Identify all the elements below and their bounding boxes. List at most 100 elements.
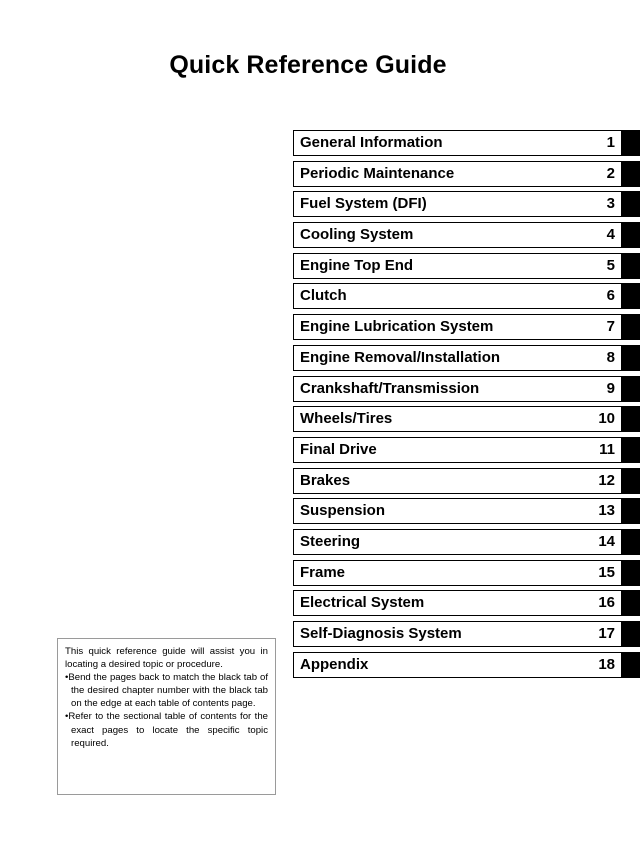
- note-bullet-item: •Bend the pages back to match the black …: [65, 671, 268, 710]
- chapter-number: 5: [606, 256, 615, 274]
- note-bullet-text: Bend the pages back to match the black t…: [68, 672, 268, 710]
- black-tab-marker: [622, 498, 640, 525]
- chapter-entry-7[interactable]: Engine Lubrication System 7: [293, 314, 622, 341]
- chapter-row[interactable]: Final Drive 11: [293, 436, 640, 463]
- chapter-entry-16[interactable]: Electrical System 16: [293, 590, 622, 617]
- chapter-title: Engine Removal/Installation: [300, 349, 501, 366]
- chapter-entry-14[interactable]: Steering 14: [293, 528, 622, 555]
- chapter-entry-15[interactable]: Frame 15: [293, 559, 622, 586]
- chapter-row[interactable]: Wheels/Tires 10: [293, 406, 640, 433]
- chapter-number: 10: [598, 410, 615, 428]
- chapter-entry-18[interactable]: Appendix 18: [293, 651, 622, 678]
- chapter-title: Engine Top End: [300, 257, 414, 274]
- chapter-entry-10[interactable]: Wheels/Tires 10: [293, 406, 622, 433]
- usage-note-box: This quick reference guide will assist y…: [57, 638, 276, 795]
- quick-reference-guide-page: Quick Reference Guide General Informatio…: [0, 0, 640, 848]
- black-tab-marker: [622, 528, 640, 555]
- black-tab-marker: [622, 252, 640, 279]
- chapter-title: Engine Lubrication System: [300, 319, 494, 336]
- black-tab-marker: [622, 191, 640, 218]
- note-bullet-list: •Bend the pages back to match the black …: [65, 671, 268, 750]
- chapter-entry-13[interactable]: Suspension 13: [293, 498, 622, 525]
- chapter-row[interactable]: Suspension 13: [293, 498, 640, 525]
- chapter-entry-17[interactable]: Self-Diagnosis System 17: [293, 621, 622, 647]
- chapter-number: 8: [606, 348, 615, 366]
- chapter-row[interactable]: Appendix 18: [293, 651, 640, 678]
- chapter-number: 18: [598, 655, 615, 673]
- chapter-row[interactable]: Clutch 6: [293, 283, 640, 310]
- chapter-title: Brakes: [300, 472, 351, 489]
- black-tab-marker: [622, 436, 640, 463]
- chapter-number: 9: [606, 379, 615, 397]
- black-tab-marker: [622, 375, 640, 402]
- chapter-entry-9[interactable]: Crankshaft/Transmission 9: [293, 375, 622, 402]
- chapter-title: Crankshaft/Transmission: [300, 380, 480, 397]
- chapter-title: Wheels/Tires: [300, 411, 393, 428]
- chapter-number: 15: [598, 563, 615, 581]
- chapter-number: 2: [606, 164, 615, 182]
- note-intro-text: This quick reference guide will assist y…: [65, 646, 268, 671]
- black-tab-marker: [622, 621, 640, 647]
- chapter-entry-2[interactable]: Periodic Maintenance 2: [293, 160, 622, 187]
- black-tab-marker: [622, 590, 640, 617]
- chapter-row[interactable]: Periodic Maintenance 2: [293, 160, 640, 187]
- black-tab-marker: [622, 651, 640, 678]
- chapter-row[interactable]: Electrical System 16: [293, 590, 640, 617]
- chapter-row[interactable]: General Information 1: [293, 130, 640, 156]
- chapter-entry-3[interactable]: Fuel System (DFI) 3: [293, 191, 622, 218]
- black-tab-marker: [622, 406, 640, 433]
- black-tab-marker: [622, 467, 640, 494]
- chapter-number: 1: [606, 134, 615, 151]
- chapter-title: Final Drive: [300, 441, 377, 458]
- chapter-row[interactable]: Engine Removal/Installation 8: [293, 344, 640, 371]
- note-bullet-item: •Refer to the sectional table of content…: [65, 710, 268, 749]
- note-bullet-text: Refer to the sectional table of contents…: [68, 711, 268, 749]
- chapter-entry-5[interactable]: Engine Top End 5: [293, 252, 622, 279]
- chapter-row[interactable]: Self-Diagnosis System 17: [293, 621, 640, 647]
- chapter-row[interactable]: Crankshaft/Transmission 9: [293, 375, 640, 402]
- chapter-title: Clutch: [300, 288, 347, 305]
- chapter-row[interactable]: Steering 14: [293, 528, 640, 555]
- chapter-row[interactable]: Fuel System (DFI) 3: [293, 191, 640, 218]
- chapter-entry-11[interactable]: Final Drive 11: [293, 436, 622, 463]
- chapter-row[interactable]: Cooling System 4: [293, 222, 640, 249]
- chapter-number: 6: [606, 287, 615, 305]
- chapter-index-list: General Information 1 Periodic Maintenance…: [293, 130, 640, 682]
- chapter-number: 14: [598, 532, 615, 550]
- page-title: Quick Reference Guide: [169, 51, 447, 79]
- chapter-row[interactable]: Brakes 12: [293, 467, 640, 494]
- chapter-title: General Information: [300, 135, 443, 151]
- chapter-title: Suspension: [300, 503, 386, 520]
- chapter-title: Self-Diagnosis System: [300, 626, 462, 642]
- chapter-title: Steering: [300, 533, 361, 550]
- chapter-title: Periodic Maintenance: [300, 165, 455, 182]
- chapter-number: 17: [598, 625, 615, 642]
- black-tab-marker: [622, 314, 640, 341]
- chapter-row[interactable]: Frame 15: [293, 559, 640, 586]
- chapter-number: 12: [598, 471, 615, 489]
- black-tab-marker: [622, 160, 640, 187]
- chapter-entry-6[interactable]: Clutch 6: [293, 283, 622, 310]
- chapter-row[interactable]: Engine Lubrication System 7: [293, 314, 640, 341]
- chapter-number: 11: [599, 440, 615, 458]
- chapter-title: Electrical System: [300, 595, 425, 612]
- chapter-title: Frame: [300, 564, 346, 581]
- chapter-number: 13: [598, 502, 615, 520]
- black-tab-marker: [622, 222, 640, 249]
- chapter-title: Fuel System (DFI): [300, 196, 427, 213]
- chapter-number: 4: [606, 226, 615, 244]
- chapter-number: 7: [606, 318, 615, 336]
- black-tab-marker: [622, 283, 640, 310]
- chapter-entry-4[interactable]: Cooling System 4: [293, 222, 622, 249]
- chapter-entry-1[interactable]: General Information 1: [293, 130, 622, 156]
- chapter-title: Cooling System: [300, 227, 414, 244]
- chapter-entry-8[interactable]: Engine Removal/Installation 8: [293, 344, 622, 371]
- chapter-title: Appendix: [300, 656, 369, 673]
- chapter-number: 16: [598, 594, 615, 612]
- chapter-number: 3: [606, 195, 615, 213]
- black-tab-marker: [622, 130, 640, 156]
- chapter-row[interactable]: Engine Top End 5: [293, 252, 640, 279]
- black-tab-marker: [622, 344, 640, 371]
- chapter-entry-12[interactable]: Brakes 12: [293, 467, 622, 494]
- black-tab-marker: [622, 559, 640, 586]
